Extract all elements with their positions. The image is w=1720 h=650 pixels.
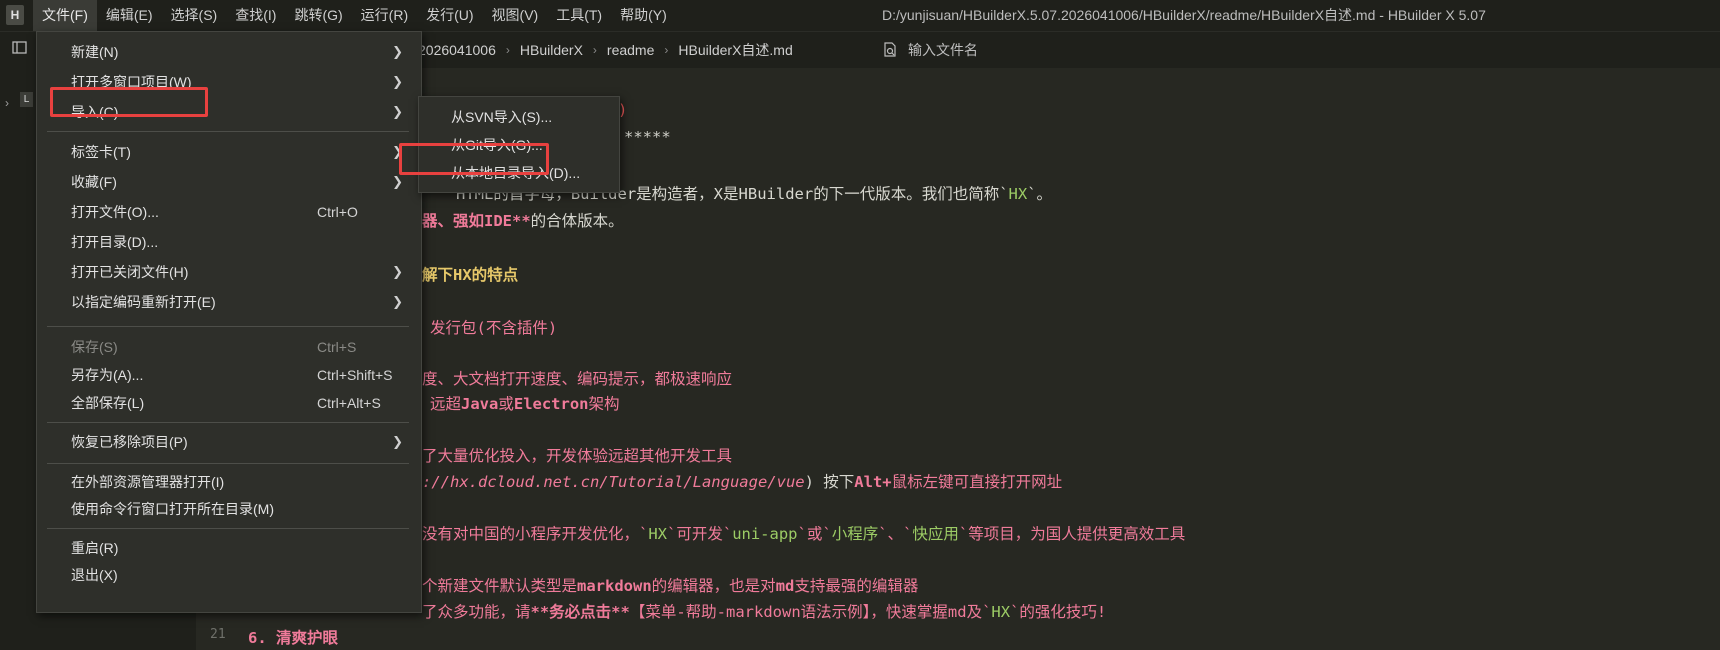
editor-line: 没有对中国的小程序开发优化，`HX`可开发`uni-app`或`小程序`、`快应… [422,525,1186,543]
file-search-input[interactable] [908,42,1168,58]
menu-view[interactable]: 视图(V) [483,0,548,31]
menu-item-reopen-with-encoding[interactable]: 以指定编码重新打开(E) ❯ [37,288,421,316]
menu-item-save-as[interactable]: 另存为(A)... Ctrl+Shift+S [37,361,421,389]
editor-line: 发行包(不含插件) [430,319,558,337]
editor-line: ://hx.dcloud.net.cn/Tutorial/Language/vu… [422,473,1063,491]
editor-line: 个新建文件默认类型是markdown的编辑器，也是对md支持最强的编辑器 [422,577,919,595]
chevron-right-icon[interactable]: › [5,96,9,110]
hbuilder-logo-icon[interactable]: H [6,5,24,25]
toggle-explorer-icon[interactable] [12,40,27,55]
editor-line: 远超Java或Electron架构 [430,395,620,413]
menu-item-restart[interactable]: 重启(R) [37,534,421,562]
menu-help[interactable]: 帮助(Y) [611,0,676,31]
import-submenu: 从SVN导入(S)... 从Git导入(G)... 从本地目录导入(D)... [418,96,620,193]
menu-item-new[interactable]: 新建(N) ❯ [37,38,421,66]
breadcrumb-item[interactable]: readme [607,42,654,58]
chevron-right-icon: ❯ [392,144,403,159]
line-number: 21 [210,627,226,642]
breadcrumb-item[interactable]: HBuilderX自述.md [678,40,792,60]
menu-item-exit[interactable]: 退出(X) [37,561,421,589]
file-search-icon [882,42,898,58]
menu-item-open-in-terminal[interactable]: 使用命令行窗口打开所在目录(M) [37,495,421,523]
project-root-icon[interactable]: L [20,92,33,107]
menu-item-open-multi-window[interactable]: 打开多窗口项目(W) ❯ [37,68,421,96]
editor-line: 6. 清爽护眼 [248,629,338,647]
menu-publish[interactable]: 发行(U) [417,0,482,31]
menu-edit[interactable]: 编辑(E) [97,0,162,31]
menu-item-tabs[interactable]: 标签卡(T) ❯ [37,138,421,166]
editor-line: 解下HX的特点 [422,266,519,284]
menu-item-save[interactable]: 保存(S) Ctrl+S [37,333,421,361]
menu-bar: H 文件(F) 编辑(E) 选择(S) 查找(I) 跳转(G) 运行(R) 发行… [0,0,1720,31]
chevron-right-icon: ❯ [392,104,403,119]
menu-item-open-in-explorer[interactable]: 在外部资源管理器打开(I) [37,468,421,496]
editor-line: ***** [624,128,671,146]
menu-separator [47,422,409,423]
chevron-right-icon: ❯ [392,294,403,309]
menu-tools[interactable]: 工具(T) [547,0,611,31]
menu-item-import[interactable]: 导入(C) ❯ [37,98,421,126]
menu-item-favorites[interactable]: 收藏(F) ❯ [37,168,421,196]
editor-line: 器、强如IDE**的合体版本。 [422,212,624,230]
chevron-right-icon: ❯ [392,264,403,279]
menu-goto[interactable]: 跳转(G) [285,0,351,31]
menu-separator [47,463,409,464]
file-menu-dropdown: 新建(N) ❯ 打开多窗口项目(W) ❯ 导入(C) ❯ 标签卡(T) ❯ 收藏… [36,31,422,613]
menu-item-save-all[interactable]: 全部保存(L) Ctrl+Alt+S [37,389,421,417]
menu-items: 文件(F) 编辑(E) 选择(S) 查找(I) 跳转(G) 运行(R) 发行(U… [33,0,676,31]
menu-file[interactable]: 文件(F) [33,0,97,31]
breadcrumb: 2026041006 › HBuilderX › readme › HBuild… [418,32,793,68]
file-search [882,38,1182,62]
breadcrumb-chevron-icon: › [664,43,669,57]
menu-item-open-closed-file[interactable]: 打开已关闭文件(H) ❯ [37,258,421,286]
window-title: D:/yunjisuan/HBuilderX.5.07.2026041006/H… [882,7,1486,23]
menu-select[interactable]: 选择(S) [162,0,227,31]
editor-line: 了大量优化投入，开发体验远超其他开发工具 [422,447,733,465]
menu-item-restore-removed[interactable]: 恢复已移除项目(P) ❯ [37,428,421,456]
menu-find[interactable]: 查找(I) [226,0,285,31]
breadcrumb-item[interactable]: 2026041006 [418,42,496,58]
chevron-right-icon: ❯ [392,74,403,89]
chevron-right-icon: ❯ [392,44,403,59]
menu-item-open-file[interactable]: 打开文件(O)... Ctrl+O [37,198,421,226]
submenu-item-import-svn[interactable]: 从SVN导入(S)... [419,103,619,131]
editor-line: 了众多功能，请**务必点击**【菜单-帮助-markdown语法示例】，快速掌握… [422,603,1107,621]
breadcrumb-chevron-icon: › [592,43,597,57]
chevron-right-icon: ❯ [392,174,403,189]
editor-line: 度、大文档打开速度、编码提示，都极速响应 [422,370,733,388]
menu-item-open-directory[interactable]: 打开目录(D)... [37,228,421,256]
submenu-item-import-git[interactable]: 从Git导入(G)... [419,131,619,159]
menu-run[interactable]: 运行(R) [352,0,417,31]
menu-separator [47,326,409,327]
chevron-right-icon: ❯ [392,434,403,449]
menu-separator [47,528,409,529]
menu-separator [47,131,409,132]
breadcrumb-chevron-icon: › [505,43,510,57]
breadcrumb-item[interactable]: HBuilderX [520,42,583,58]
submenu-item-import-local-directory[interactable]: 从本地目录导入(D)... [419,159,619,187]
